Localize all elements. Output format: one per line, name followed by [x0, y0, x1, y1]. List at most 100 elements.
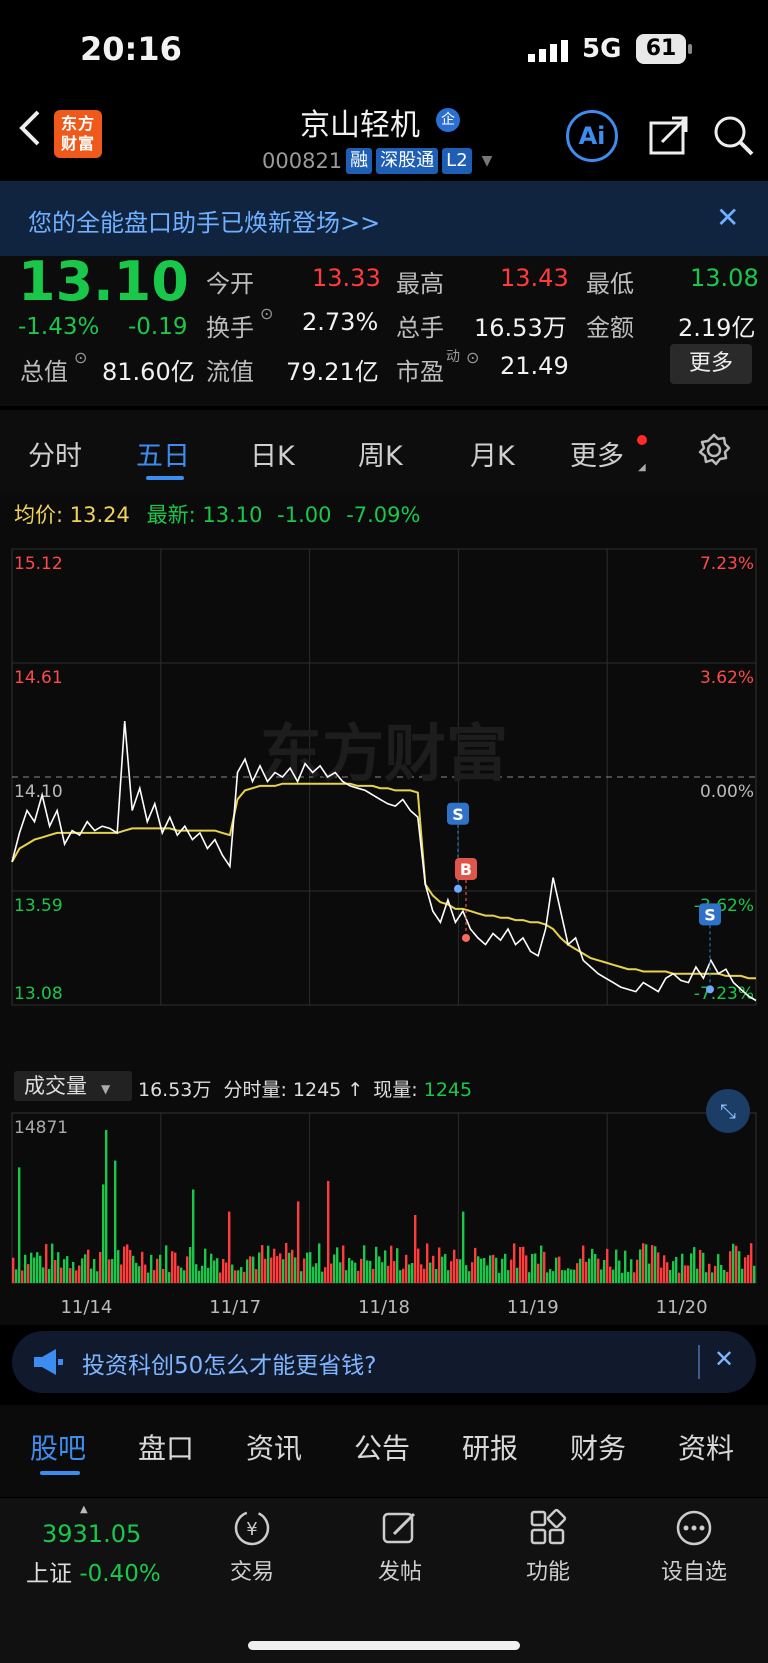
chart-area[interactable]: 均价: 13.24 最新: 13.10 -1.00 -7.09% 15.12 7.…: [0, 495, 768, 1325]
ai-button[interactable]: Ai: [566, 110, 618, 162]
volume-bar: [39, 1255, 42, 1283]
edit-icon: [382, 1512, 416, 1544]
volume-bar: [570, 1269, 573, 1283]
price-tick-label: 13.59: [14, 896, 63, 916]
volume-bar: [537, 1263, 540, 1283]
tab-day-k[interactable]: 日K: [250, 434, 295, 473]
nav-watchlist[interactable]: 设自选: [634, 1508, 754, 1586]
more-dots-icon: [676, 1510, 712, 1546]
volume-bar: [423, 1268, 426, 1283]
pe-sup: 动: [446, 349, 460, 365]
volume-bar: [366, 1260, 369, 1283]
subtab-research[interactable]: 研报: [462, 1427, 518, 1467]
chevron-down-icon: ▼: [101, 1082, 111, 1096]
volume-bar: [234, 1270, 237, 1283]
subtab-forum[interactable]: 股吧: [30, 1427, 86, 1467]
subtab-announcements[interactable]: 公告: [354, 1427, 410, 1467]
nav-trade[interactable]: ¥ 交易: [192, 1508, 312, 1586]
expand-icon[interactable]: ⤡: [706, 1089, 750, 1133]
search-icon[interactable]: [712, 114, 756, 162]
volume-bar: [513, 1243, 516, 1283]
volume-bar: [156, 1258, 159, 1283]
ad-text[interactable]: 投资科创50怎么才能更省钱?: [82, 1346, 376, 1380]
volume-bar: [444, 1254, 447, 1283]
subtab-financials[interactable]: 财务: [570, 1427, 626, 1467]
pe-info-icon[interactable]: ⊙: [466, 348, 479, 367]
volume-bar: [270, 1257, 273, 1283]
volume-bar: [345, 1270, 348, 1283]
volume-bar: [672, 1261, 675, 1283]
volume-bar: [492, 1254, 495, 1283]
volume-bar: [456, 1259, 459, 1283]
amount-label: 金额: [586, 314, 634, 342]
volume-bar: [723, 1270, 726, 1283]
volume-bar: [597, 1258, 600, 1283]
tab-month-k[interactable]: 月K: [470, 434, 515, 473]
volume-bar: [105, 1130, 108, 1283]
price-chart[interactable]: 15.12 7.23%14.61 3.62%14.10 0.00%13.59 -3.62…: [0, 535, 768, 1025]
date-tick-label: 11/19: [507, 1297, 559, 1318]
volume-bar: [333, 1254, 336, 1283]
avg-label: 均价:: [14, 503, 64, 527]
volume-bar: [507, 1270, 510, 1283]
share-icon[interactable]: [648, 114, 690, 160]
tab-intraday[interactable]: 分时: [28, 434, 82, 473]
volume-bar: [33, 1257, 36, 1283]
status-time: 20:16: [80, 30, 182, 68]
nav-post[interactable]: 发帖: [340, 1508, 460, 1586]
volume-bar: [687, 1265, 690, 1283]
dropdown-icon[interactable]: ▼: [482, 153, 493, 169]
volume-bar: [738, 1251, 741, 1283]
nav-functions[interactable]: 功能: [488, 1508, 608, 1586]
volume-bar: [324, 1267, 327, 1283]
tab-five-day[interactable]: 五日: [136, 434, 190, 473]
volume-bar: [555, 1257, 558, 1283]
back-icon[interactable]: [18, 110, 42, 150]
ad-divider: [698, 1345, 700, 1379]
volume-bar: [420, 1264, 423, 1283]
volume-bar: [636, 1259, 639, 1283]
volume-bar: [390, 1245, 393, 1283]
volume-bar: [255, 1269, 258, 1283]
volume-bar: [540, 1245, 543, 1283]
banner-text[interactable]: 您的全能盘口助手已焕新登场>>: [28, 203, 380, 238]
volume-bar: [432, 1255, 435, 1283]
notice-banner[interactable]: 您的全能盘口助手已焕新登场>> ✕: [0, 181, 768, 256]
tab-week-k[interactable]: 周K: [358, 434, 403, 473]
subtab-profile[interactable]: 资料: [678, 1427, 734, 1467]
volume-bar: [669, 1270, 672, 1283]
volume-bar: [735, 1245, 738, 1283]
volume-bar: [258, 1252, 261, 1283]
volume-selector[interactable]: 成交量 ▼: [14, 1071, 132, 1101]
volume-bar: [522, 1246, 525, 1283]
change-value: -0.19: [128, 314, 188, 340]
volume-bar: [531, 1254, 534, 1283]
volume-chart[interactable]: 14871 11/14 11/17 11/18 11/19 11/20: [0, 1103, 768, 1325]
volume-selector-label: 成交量: [24, 1074, 87, 1098]
volume-bar: [543, 1251, 546, 1283]
ad-close-icon[interactable]: ✕: [714, 1345, 734, 1373]
volume-bar: [699, 1250, 702, 1283]
volume-bar: [567, 1268, 570, 1283]
index-value[interactable]: 3931.05: [42, 1520, 141, 1548]
more-button[interactable]: 更多: [670, 344, 752, 384]
turnover-info-icon[interactable]: ⊙: [260, 304, 273, 323]
info-icon[interactable]: ⊙: [74, 348, 87, 367]
volume-bar: [609, 1266, 612, 1283]
volume-bar: [63, 1259, 66, 1283]
tag-connect: 深股通: [376, 148, 439, 174]
subtab-orderbook[interactable]: 盘口: [138, 1427, 194, 1467]
volume-bar: [552, 1271, 555, 1283]
volume-bar: [210, 1253, 213, 1283]
volume-bar: [243, 1271, 246, 1283]
subtab-news[interactable]: 资讯: [246, 1427, 302, 1467]
close-icon[interactable]: ✕: [716, 201, 739, 234]
index-row[interactable]: 上证 -0.40%: [26, 1554, 161, 1588]
tab-more[interactable]: 更多: [570, 434, 624, 473]
active-tab-indicator: [146, 476, 184, 480]
gear-icon[interactable]: [696, 432, 732, 472]
ad-banner[interactable]: 投资科创50怎么才能更省钱? ✕: [12, 1331, 756, 1393]
volume-bar: [12, 1257, 15, 1283]
volume-bar: [414, 1215, 417, 1283]
volume-bar: [129, 1249, 132, 1283]
